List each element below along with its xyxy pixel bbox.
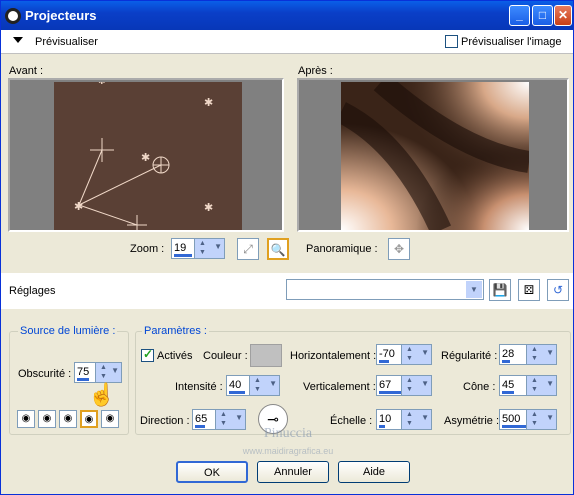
cone-value: 45 bbox=[502, 379, 515, 391]
cone-label: Cône : bbox=[463, 381, 496, 393]
darkness-label: Obscurité : bbox=[18, 368, 72, 380]
regularity-spinner[interactable]: ▲ ▼ ▼ bbox=[526, 345, 556, 364]
before-image: ✱ ✱ ✱ ✱ ✱ bbox=[54, 76, 242, 230]
darkness-spinner[interactable]: ▲ ▼ ▼ bbox=[95, 363, 121, 382]
intensity-input[interactable]: 40 ▲ ▼ ▼ bbox=[226, 375, 280, 396]
zoom-input[interactable]: 19 ▲ ▼ ▼ bbox=[171, 238, 225, 259]
parameters-title: Paramètres : bbox=[142, 325, 209, 337]
cone-slider[interactable] bbox=[502, 391, 514, 394]
cancel-button[interactable]: Annuler bbox=[257, 461, 329, 483]
vertical-spinner[interactable]: ▲ ▼ ▼ bbox=[401, 376, 431, 395]
active-label: Activés bbox=[157, 350, 193, 362]
vertical-value: 67 bbox=[379, 379, 392, 391]
svg-text:✱: ✱ bbox=[98, 82, 106, 86]
parameters-group: Paramètres : Activés Couleur : Intensité… bbox=[135, 325, 571, 435]
minimize-button[interactable]: _ bbox=[509, 5, 530, 26]
asymmetry-value: 500 bbox=[502, 413, 521, 425]
horizontal-input[interactable]: -70 ▲ ▼ ▼ bbox=[376, 344, 432, 365]
watermark-url: www.maidiragrafica.eu bbox=[242, 446, 334, 456]
collapse-arrow-icon[interactable] bbox=[13, 37, 23, 43]
color-label: Couleur : bbox=[203, 350, 248, 362]
direction-value: 65 bbox=[195, 413, 208, 425]
intensity-spinner[interactable]: ▲ ▼ ▼ bbox=[249, 376, 279, 395]
chevron-down-icon[interactable]: ▼ bbox=[466, 281, 482, 298]
horizontal-value: -70 bbox=[379, 348, 395, 360]
after-image bbox=[341, 82, 529, 230]
app-icon bbox=[5, 8, 21, 24]
save-preset-icon[interactable]: 💾 bbox=[489, 279, 511, 301]
light-source-group: Source de lumière : Obscurité : 75 ▲ ▼ ▼ ◉… bbox=[9, 325, 129, 435]
svg-text:✱: ✱ bbox=[141, 152, 150, 164]
window-title: Projecteurs bbox=[25, 8, 97, 23]
preview-bar: Prévisualiser Prévisualiser l'image bbox=[1, 30, 573, 54]
horizontal-label: Horizontalement : bbox=[290, 350, 377, 362]
maximize-button[interactable]: □ bbox=[532, 5, 553, 26]
pan-label: Panoramique : bbox=[306, 243, 378, 255]
cone-spinner[interactable]: ▲ ▼ ▼ bbox=[526, 376, 556, 395]
pointing-hand-icon: ☝ bbox=[88, 382, 116, 407]
pan-icon[interactable]: ✥ bbox=[388, 238, 410, 260]
regularity-input[interactable]: 28 ▲ ▼ ▼ bbox=[499, 344, 557, 365]
before-label: Avant : bbox=[9, 65, 44, 77]
intensity-value: 40 bbox=[229, 379, 242, 391]
vertical-label: Verticalement : bbox=[303, 381, 376, 393]
before-preview[interactable]: ✱ ✱ ✱ ✱ ✱ bbox=[8, 76, 284, 232]
preview-image-label: Prévisualiser l'image bbox=[461, 36, 562, 48]
random-dice-icon[interactable]: ⚄ bbox=[518, 279, 540, 301]
zoom-value: 19 bbox=[174, 242, 187, 254]
light-source-title: Source de lumière : bbox=[18, 325, 118, 337]
svg-text:✱: ✱ bbox=[204, 202, 213, 214]
ok-button[interactable]: OK bbox=[176, 461, 248, 483]
settings-dropdown[interactable]: ▼ bbox=[286, 279, 484, 300]
regularity-value: 28 bbox=[502, 348, 515, 360]
regularity-label: Régularité : bbox=[441, 350, 498, 362]
help-button[interactable]: Aide bbox=[338, 461, 410, 483]
settings-label: Réglages bbox=[9, 285, 56, 297]
settings-bar: Réglages ▼ 💾 ⚄ ↺ bbox=[1, 273, 573, 309]
after-preview[interactable] bbox=[297, 78, 569, 232]
watermark-name: Pinuccia bbox=[263, 426, 313, 441]
dialog-window: Projecteurs _ □ ✕ Prévisualiser Prévisua… bbox=[0, 0, 574, 495]
fit-window-icon[interactable]: ⤢ bbox=[237, 238, 259, 260]
intensity-label: Intensité : bbox=[175, 381, 223, 393]
darkness-slider[interactable] bbox=[77, 378, 89, 381]
intensity-slider[interactable] bbox=[229, 391, 245, 394]
after-label: Après : bbox=[298, 65, 333, 77]
regularity-slider[interactable] bbox=[502, 360, 510, 363]
zoom-actual-icon[interactable]: 🔍 bbox=[267, 238, 289, 260]
preview-image-checkbox[interactable] bbox=[445, 35, 458, 48]
zoom-label: Zoom : bbox=[130, 243, 165, 255]
svg-text:✱: ✱ bbox=[204, 97, 213, 109]
reset-icon[interactable]: ↺ bbox=[547, 279, 569, 301]
zoom-spinner[interactable]: ▲ ▼ ▼ bbox=[194, 239, 224, 258]
active-checkbox[interactable] bbox=[141, 347, 154, 362]
light-source-markers[interactable]: ✱ ✱ ✱ ✱ ✱ bbox=[54, 76, 242, 230]
color-swatch[interactable] bbox=[250, 344, 282, 367]
scale-value: 10 bbox=[379, 413, 392, 425]
title-bar[interactable]: Projecteurs _ □ ✕ bbox=[1, 1, 573, 30]
zoom-slider[interactable] bbox=[174, 254, 192, 257]
close-button[interactable]: ✕ bbox=[554, 5, 572, 26]
preview-label: Prévisualiser bbox=[35, 36, 98, 48]
horizontal-slider[interactable] bbox=[379, 360, 389, 363]
darkness-input[interactable]: 75 ▲ ▼ ▼ bbox=[74, 362, 122, 383]
cone-input[interactable]: 45 ▲ ▼ ▼ bbox=[499, 375, 557, 396]
svg-text:✱: ✱ bbox=[74, 201, 83, 213]
darkness-value: 75 bbox=[77, 366, 90, 378]
vertical-input[interactable]: 67 ▲ ▼ ▼ bbox=[376, 375, 432, 396]
horizontal-spinner[interactable]: ▲ ▼ ▼ bbox=[401, 345, 431, 364]
